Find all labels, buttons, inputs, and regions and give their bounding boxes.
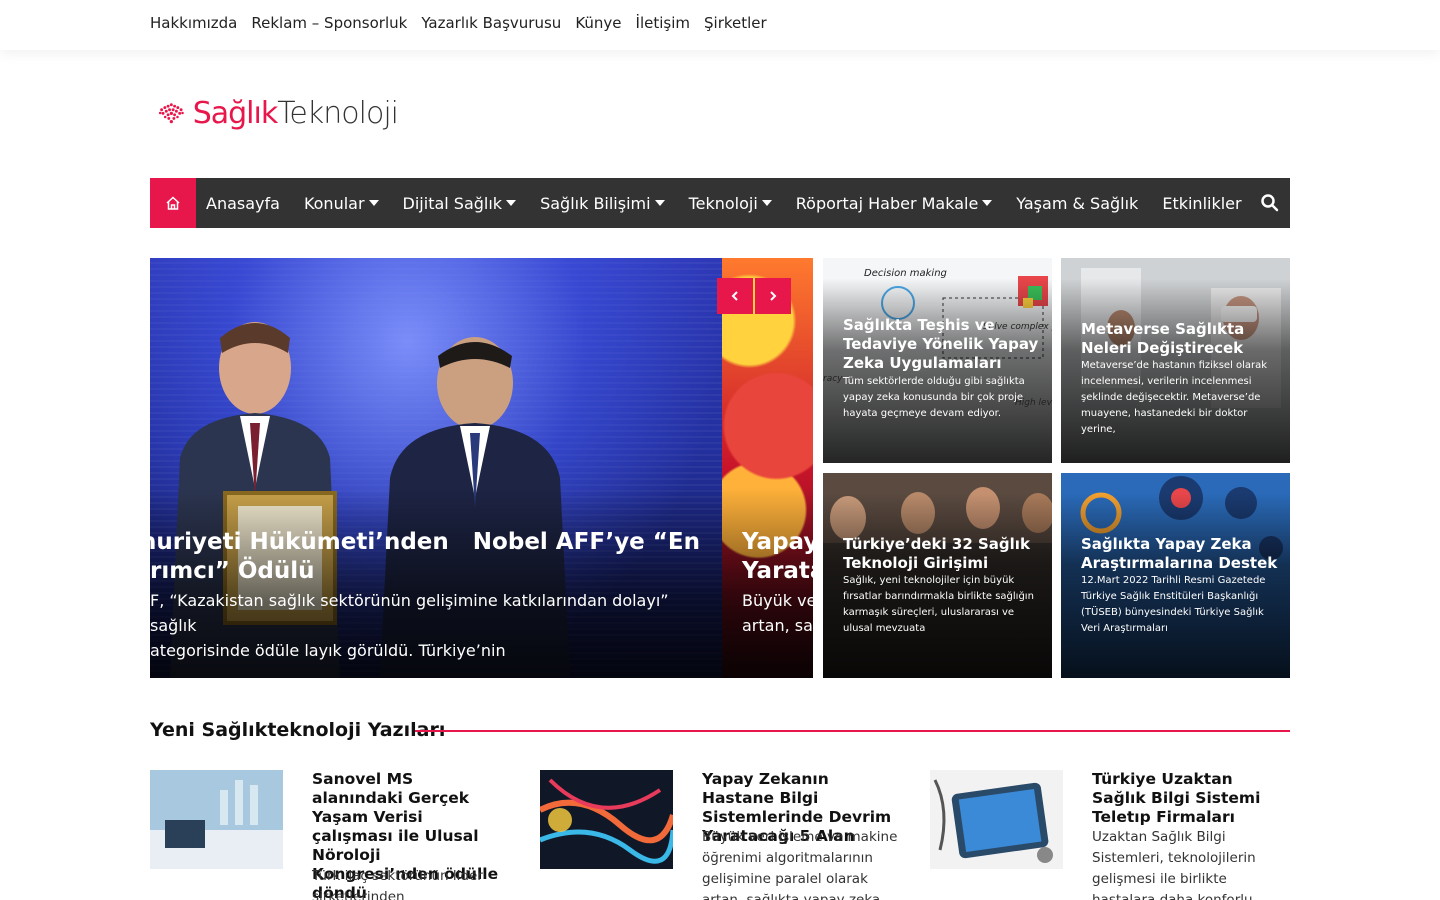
card-title[interactable]: Metaverse Sağlıkta Neleri Değiştirecek <box>1081 320 1281 358</box>
post-item[interactable]: Türkiye Uzaktan Sağlık Bilgi Sistemi Tel… <box>930 770 1290 900</box>
logo-text-part2: Teknoloji <box>277 95 399 131</box>
caret-down-icon <box>982 200 993 206</box>
nav-item-label: Etkinlikler <box>1162 193 1242 213</box>
hero-next-title[interactable]: Yapay Yarata <box>742 528 813 586</box>
card-image-label: Decision making <box>864 268 947 279</box>
nav-item-life-health[interactable]: Yaşam & Sağlık <box>1016 194 1138 213</box>
nav-item-label: Teknoloji <box>688 193 758 213</box>
post-item[interactable]: Yapay Zekanın Hastane Bilgi Sistemlerind… <box>540 770 900 900</box>
card-title[interactable]: Sağlıkta Yapay Zeka Araştırmalarına Dest… <box>1081 535 1281 573</box>
nav-item-events[interactable]: Etkinlikler <box>1162 194 1241 213</box>
home-icon <box>166 196 180 210</box>
hero-title-line: stan Cumhuriyeti Hükümeti’nden Nobel AFF… <box>150 529 700 555</box>
featured-card[interactable]: Metaverse Sağlıkta Neleri Değiştirecek M… <box>1061 258 1290 463</box>
chevron-left-icon <box>731 291 738 301</box>
caret-down-icon <box>654 200 665 206</box>
chevron-right-icon <box>770 291 777 301</box>
nav-item-health-informatics[interactable]: Sağlık Bilişimi <box>540 193 665 213</box>
post-thumbnail[interactable] <box>150 770 283 869</box>
featured-card[interactable]: Decision making Solve complex p High lev… <box>823 258 1052 463</box>
hero-next-desc-line: artan, sağ <box>742 616 813 635</box>
nav-item-digital-health[interactable]: Dijital Sağlık <box>403 194 517 213</box>
slider-next-button[interactable] <box>755 278 791 314</box>
top-nav-author-application[interactable]: Yazarlık Başvurusu <box>421 14 561 32</box>
post-excerpt: Türk ilaç sektörünün lider şirketlerinde… <box>312 868 483 900</box>
post-thumbnail[interactable] <box>540 770 673 869</box>
hero-desc-line: F, “Kazakistan sağlık sektörünün gelişim… <box>150 591 669 635</box>
hero-title[interactable]: stan Cumhuriyeti Hükümeti’nden Nobel AFF… <box>150 528 700 586</box>
card-image-label: racy <box>823 374 843 384</box>
top-bar: Hakkımızda Reklam – Sponsorluk Yazarlık … <box>0 0 1440 50</box>
search-icon[interactable] <box>1260 193 1280 213</box>
post-item[interactable]: Sanovel MS alanındaki Gerçek Yaşam Veris… <box>150 770 510 900</box>
card-title[interactable]: Türkiye’deki 32 Sağlık Teknoloji Girişim… <box>843 535 1043 573</box>
hero-next-description: Büyük ver artan, sağ <box>742 588 813 638</box>
top-nav-advertising[interactable]: Reklam – Sponsorluk <box>251 14 407 32</box>
hero-description: F, “Kazakistan sağlık sektörünün gelişim… <box>150 588 700 663</box>
card-title[interactable]: Sağlıkta Teşhis ve Tedaviye Yönelik Yapa… <box>843 316 1043 373</box>
top-nav-about[interactable]: Hakkımızda <box>150 14 237 32</box>
hero-next-desc-line: Büyük ver <box>742 591 813 610</box>
card-description: Tüm sektörlerde olduğu gibi sağlıkta yap… <box>843 376 1025 419</box>
post-excerpt: Büyük veri işleme ve makine öğrenimi alg… <box>702 829 898 900</box>
nav-item-label: Dijital Sağlık <box>402 193 503 213</box>
caret-down-icon <box>506 200 517 206</box>
hero-title-line: rımcı” Ödülü <box>150 558 315 584</box>
post-title[interactable]: Türkiye Uzaktan Sağlık Bilgi Sistemi Tel… <box>1092 770 1287 827</box>
post-thumbnail[interactable] <box>930 770 1063 869</box>
card-description: Sağlık, yeni teknolojiler için büyük fır… <box>843 575 1034 634</box>
nav-item-label: Sağlık Bilişimi <box>540 193 651 213</box>
nav-item-home[interactable]: Anasayfa <box>206 194 280 213</box>
logo-text-part1: Sağlık <box>192 95 279 131</box>
top-nav: Hakkımızda Reklam – Sponsorluk Yazarlık … <box>150 14 767 32</box>
slider-prev-button[interactable] <box>717 278 753 314</box>
card-description: 12.Mart 2022 Tarihli Resmi Gazetede Türk… <box>1081 575 1266 634</box>
site-logo[interactable]: SağlıkTeknoloji <box>158 80 399 146</box>
hero-next-title-line: Yapay <box>742 529 813 555</box>
hero-desc-line: ategorisinde ödüle layık görüldü. Türkiy… <box>150 641 506 660</box>
top-nav-contact[interactable]: İletişim <box>636 14 690 32</box>
nav-item-label: Konular <box>303 193 365 213</box>
hero-slider[interactable]: stan Cumhuriyeti Hükümeti’nden Nobel AFF… <box>150 258 813 678</box>
section-title: Yeni Sağlıkteknoloji Yazıları <box>150 719 446 741</box>
nav-item-topics[interactable]: Konular <box>304 194 379 213</box>
top-nav-imprint[interactable]: Künye <box>575 14 621 32</box>
nav-item-label: Yaşam & Sağlık <box>1016 193 1139 213</box>
nav-item-label: Anasayfa <box>206 193 280 213</box>
caret-down-icon <box>368 200 379 206</box>
logo-mark-icon <box>158 103 184 124</box>
hero-next-title-line: Yarata <box>742 558 813 584</box>
post-excerpt: Uzaktan Sağlık Bilgi Sistemleri, teknolo… <box>1092 829 1257 900</box>
top-nav-companies[interactable]: Şirketler <box>704 14 767 32</box>
card-description: Metaverse’de hastanın fiziksel olarak in… <box>1081 360 1268 435</box>
section-divider <box>415 730 1290 732</box>
main-nav: Anasayfa Konular Dijital Sağlık Sağlık B… <box>150 178 1290 228</box>
logo-text: SağlıkTeknoloji <box>192 95 399 131</box>
nav-items: Anasayfa Konular Dijital Sağlık Sağlık B… <box>206 194 1266 213</box>
nav-item-interview-news[interactable]: Röportaj Haber Makale <box>796 194 993 213</box>
featured-card[interactable]: Sağlıkta Yapay Zeka Araştırmalarına Dest… <box>1061 473 1290 678</box>
featured-card[interactable]: Türkiye’deki 32 Sağlık Teknoloji Girişim… <box>823 473 1052 678</box>
caret-down-icon <box>761 200 772 206</box>
nav-item-label: Röportaj Haber Makale <box>795 193 979 213</box>
nav-item-technology[interactable]: Teknoloji <box>689 194 772 213</box>
home-button[interactable] <box>150 178 196 228</box>
